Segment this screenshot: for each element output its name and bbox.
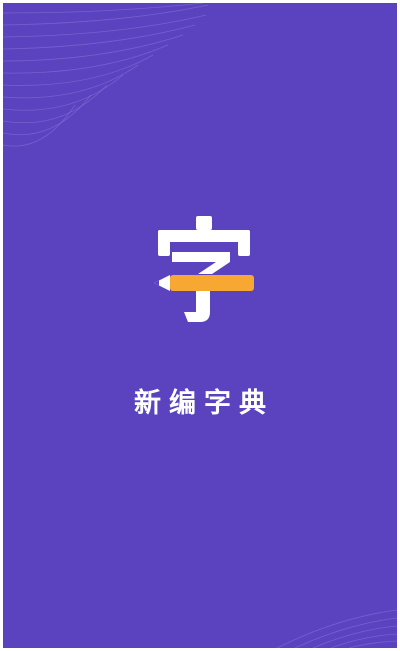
decorative-lines-bottom [276, 609, 397, 648]
app-name: 新编字典 [134, 388, 274, 419]
decorative-lines-top [3, 3, 209, 147]
splash-screen: 新编字典 [3, 3, 397, 648]
pencil-character-icon [154, 216, 254, 322]
